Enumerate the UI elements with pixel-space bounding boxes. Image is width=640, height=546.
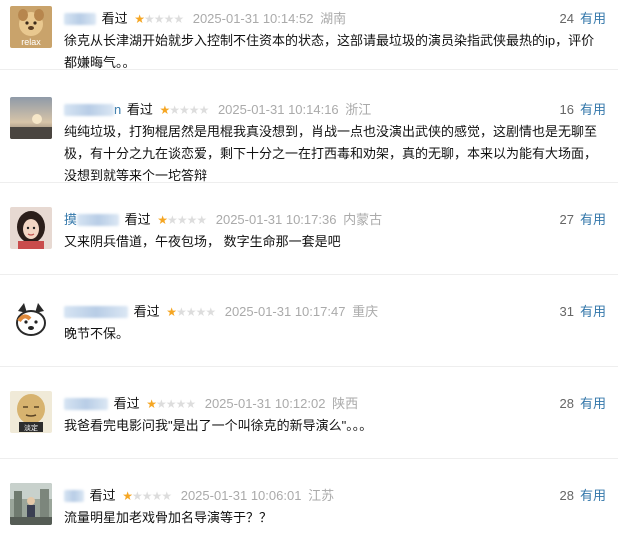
rating-stars: ★★★★★ bbox=[146, 397, 196, 411]
girl-avatar bbox=[10, 207, 52, 249]
rating-stars: ★★★★★ bbox=[134, 12, 184, 26]
watched-label: 看过 bbox=[126, 102, 153, 117]
watched-label: 看过 bbox=[101, 11, 128, 26]
street-photo-avatar bbox=[10, 483, 52, 525]
username[interactable]: 摸 bbox=[64, 211, 120, 229]
avatar[interactable] bbox=[10, 97, 52, 139]
comment-meta: 看过 ★★★★★ 2025-01-31 10:06:01 江苏 28 有用 bbox=[64, 487, 618, 505]
watched-label: 看过 bbox=[89, 488, 116, 503]
rating-stars: ★★★★★ bbox=[157, 213, 207, 227]
cartoon-dog-avatar bbox=[10, 299, 52, 341]
vote-count: 31 bbox=[559, 304, 574, 319]
comment-time: 2025-01-31 10:12:02 bbox=[204, 396, 326, 411]
vote-area: 28 有用 bbox=[560, 487, 606, 505]
username[interactable]: n bbox=[64, 101, 121, 119]
comment-meta: 看过 ★★★★★ 2025-01-31 10:17:47 重庆 31 有用 bbox=[64, 303, 618, 321]
username[interactable] bbox=[64, 10, 96, 28]
watched-label: 看过 bbox=[113, 396, 140, 411]
vote-count: 24 bbox=[559, 11, 574, 26]
comment-text: 纯纯垃圾，打狗棍居然是甩棍我真没想到，肖战一点也没演出武侠的感觉，这剧情也是无聊… bbox=[64, 124, 598, 183]
avatar[interactable] bbox=[10, 483, 52, 525]
rating-stars: ★★★★★ bbox=[122, 489, 172, 503]
vote-count: 16 bbox=[559, 102, 574, 117]
comment-text: 我爸看完电影问我"是出了一个叫徐克的新导演么"。。。 bbox=[64, 418, 373, 433]
comment-time: 2025-01-31 10:06:01 bbox=[180, 488, 302, 503]
comment-list: relax 看过 ★★★★★ 2025-01-31 10:14:52 湖南 24… bbox=[0, 0, 640, 546]
comment-meta: 看过 ★★★★★ 2025-01-31 10:14:52 湖南 24 有用 bbox=[64, 10, 618, 28]
relax-dog-avatar: relax bbox=[10, 6, 52, 48]
avatar[interactable]: relax bbox=[10, 6, 52, 48]
comment-location: 浙江 bbox=[345, 102, 372, 117]
avatar[interactable] bbox=[10, 207, 52, 249]
vote-count: 28 bbox=[559, 488, 574, 503]
avatar[interactable]: 淡定 bbox=[10, 391, 52, 433]
comment-time: 2025-01-31 10:17:36 bbox=[215, 212, 337, 227]
meme-face-avatar: 淡定 bbox=[10, 391, 52, 433]
vote-count: 27 bbox=[559, 212, 574, 227]
comment-location: 湖南 bbox=[320, 11, 347, 26]
sunset-avatar bbox=[10, 97, 52, 139]
rating-stars: ★★★★★ bbox=[159, 103, 210, 117]
vote-area: 28 有用 bbox=[560, 395, 606, 413]
comment-text: 又来阴兵借道，午夜包场， 数字生命那一套是吧 bbox=[64, 234, 341, 249]
useful-button[interactable]: 有用 bbox=[580, 212, 606, 227]
comment-location: 江苏 bbox=[308, 488, 335, 503]
comment-time: 2025-01-31 10:17:47 bbox=[224, 304, 346, 319]
comment-location: 重庆 bbox=[352, 304, 379, 319]
watched-label: 看过 bbox=[124, 212, 151, 227]
vote-area: 16 有用 bbox=[560, 101, 606, 119]
vote-count: 28 bbox=[559, 396, 574, 411]
useful-button[interactable]: 有用 bbox=[580, 304, 606, 319]
vote-area: 24 有用 bbox=[560, 10, 606, 28]
comment-location: 陕西 bbox=[332, 396, 359, 411]
comment-time: 2025-01-31 10:14:52 bbox=[192, 11, 314, 26]
comment-text: 徐克从长津湖开始就步入控制不住资本的状态，这部请最垃圾的演员染指武侠最热的ip，… bbox=[64, 33, 595, 70]
rating-stars: ★★★★★ bbox=[166, 305, 216, 319]
username[interactable] bbox=[64, 395, 108, 413]
useful-button[interactable]: 有用 bbox=[580, 102, 606, 117]
avatar-text: relax bbox=[21, 37, 41, 47]
watched-label: 看过 bbox=[133, 304, 160, 319]
comment-meta: n 看过 ★★★★★ 2025-01-31 10:14:16 浙江 16 有用 bbox=[64, 101, 618, 119]
vote-area: 27 有用 bbox=[560, 211, 606, 229]
comment-text: 晚节不保。 bbox=[64, 326, 130, 341]
comment-meta: 摸 看过 ★★★★★ 2025-01-31 10:17:36 内蒙古 27 有用 bbox=[64, 211, 618, 229]
comment-meta: 看过 ★★★★★ 2025-01-31 10:12:02 陕西 28 有用 bbox=[64, 395, 618, 413]
vote-area: 31 有用 bbox=[560, 303, 606, 321]
comment-location: 内蒙古 bbox=[343, 212, 383, 227]
useful-button[interactable]: 有用 bbox=[580, 396, 606, 411]
avatar[interactable] bbox=[10, 299, 52, 341]
username[interactable] bbox=[64, 303, 128, 321]
comment-text: 流量明星加老戏骨加名导演等于？？ bbox=[64, 510, 273, 525]
useful-button[interactable]: 有用 bbox=[580, 488, 606, 503]
avatar-text: 淡定 bbox=[24, 423, 38, 432]
comment-time: 2025-01-31 10:14:16 bbox=[217, 102, 339, 117]
username[interactable] bbox=[64, 487, 84, 505]
useful-button[interactable]: 有用 bbox=[580, 11, 606, 26]
